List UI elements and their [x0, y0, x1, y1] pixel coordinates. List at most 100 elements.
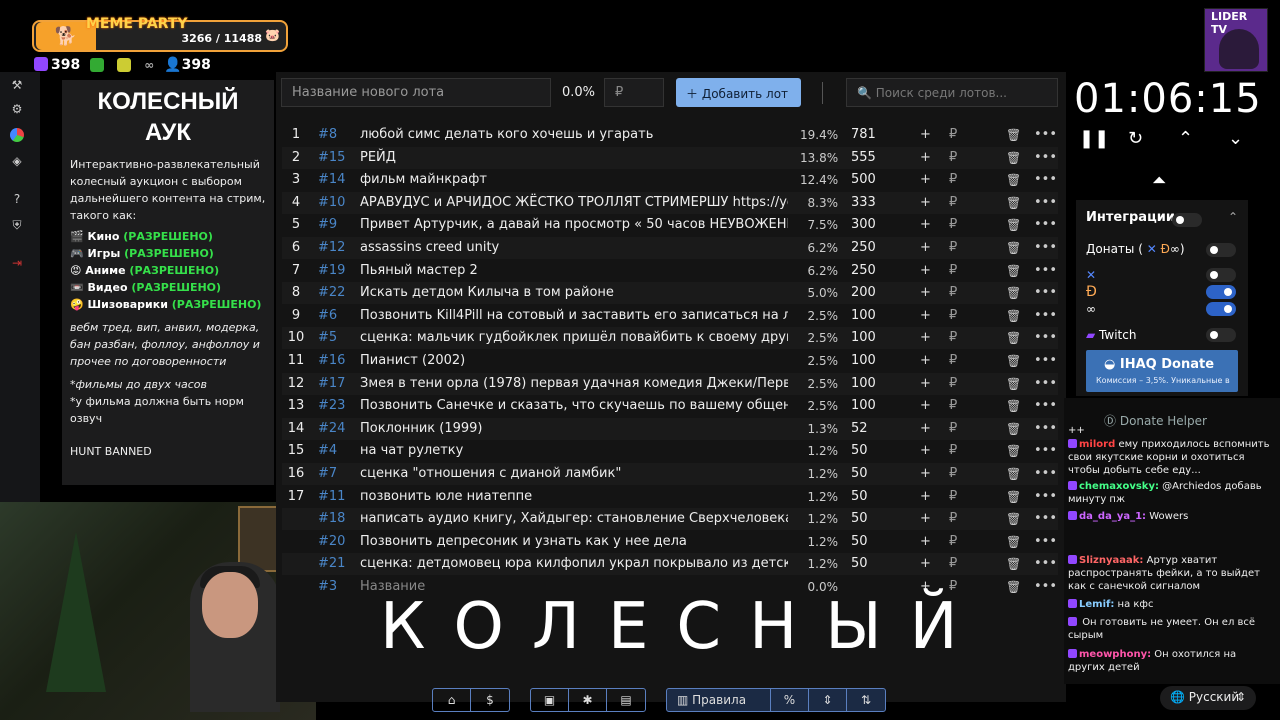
currency-icon[interactable]: ₽	[949, 486, 957, 508]
add-amount-icon[interactable]: +	[920, 395, 931, 417]
language-select[interactable]: 🌐 Русский ⇕	[1160, 686, 1256, 710]
lot-amount[interactable]: 50	[851, 463, 868, 485]
trash-icon[interactable]: 🗑	[1006, 147, 1021, 169]
rules-button[interactable]: ▥ Правила	[667, 689, 771, 711]
trash-icon[interactable]: 🗑	[1006, 440, 1021, 462]
chat-username[interactable]: chemaxovsky:	[1079, 481, 1159, 492]
lot-name[interactable]: написать аудио книгу, Хайдыгер: становле…	[360, 508, 788, 530]
currency-icon[interactable]: ₽	[949, 350, 957, 372]
infinity-service-toggle[interactable]	[1206, 302, 1236, 316]
add-amount-icon[interactable]: +	[920, 192, 931, 214]
lot-name[interactable]: на чат рулетку	[360, 440, 788, 462]
trash-icon[interactable]: 🗑	[1006, 124, 1021, 146]
currency-icon[interactable]: ₽	[949, 373, 957, 395]
lot-row[interactable]: #18 написать аудио книгу, Хайдыгер: стано…	[282, 508, 1058, 531]
more-icon[interactable]: •••	[1034, 237, 1057, 259]
lot-row[interactable]: 14 #24 Поклонник (1999) 1.3% 52 + ₽ 🗑 •••	[282, 417, 1058, 440]
trash-icon[interactable]: 🗑	[1006, 282, 1021, 304]
more-icon[interactable]: •••	[1034, 260, 1057, 282]
chat-username[interactable]: milord	[1079, 439, 1115, 450]
add-amount-icon[interactable]: +	[920, 260, 931, 282]
more-icon[interactable]: •••	[1034, 531, 1057, 553]
add-amount-icon[interactable]: +	[920, 486, 931, 508]
trash-icon[interactable]: 🗑	[1006, 418, 1021, 440]
new-lot-name-input[interactable]: Название нового лота	[281, 78, 551, 107]
lot-name[interactable]: Позвонить Kill4Pill на сотовый и застави…	[360, 305, 788, 327]
trash-icon[interactable]: 🗑	[1006, 305, 1021, 327]
currency-icon[interactable]: ₽	[949, 214, 957, 236]
lot-name[interactable]: Пьяный мастер 2	[360, 260, 788, 282]
lot-amount[interactable]: 100	[851, 327, 876, 349]
currency-icon[interactable]: ₽	[949, 305, 957, 327]
lot-name[interactable]: любой симс делать кого хочешь и угарать	[360, 124, 788, 146]
lot-row[interactable]: 1 #8 любой симс делать кого хочешь и угара…	[282, 124, 1058, 146]
trash-icon[interactable]: 🗑	[1006, 192, 1021, 214]
add-amount-icon[interactable]: +	[920, 531, 931, 553]
trash-icon[interactable]: 🗑	[1006, 508, 1021, 530]
donations-toggle[interactable]	[1206, 243, 1236, 257]
lot-row[interactable]: 4 #10 АРАВУДУС и АРЧИДОС ЖЁСТКО ТРОЛЛЯТ СТ…	[282, 191, 1058, 214]
reset-icon[interactable]: ↻	[1128, 128, 1143, 149]
collapse-icon[interactable]: ⏶	[1152, 170, 1166, 191]
add-amount-icon[interactable]: +	[920, 147, 931, 169]
trash-icon[interactable]: 🗑	[1006, 486, 1021, 508]
more-icon[interactable]: •••	[1034, 373, 1057, 395]
lot-amount[interactable]: 50	[851, 553, 868, 575]
lot-row[interactable]: 2 #15 РЕЙД 13.8% 555 + ₽ 🗑 •••	[282, 146, 1058, 169]
lot-row[interactable]: 9 #6 Позвонить Kill4Pill на сотовый и заст…	[282, 305, 1058, 327]
more-icon[interactable]: •••	[1034, 147, 1057, 169]
lot-amount[interactable]: 333	[851, 192, 876, 214]
add-amount-icon[interactable]: +	[920, 440, 931, 462]
add-amount-icon[interactable]: +	[920, 214, 931, 236]
lot-name[interactable]: АРАВУДУС и АРЧИДОС ЖЁСТКО ТРОЛЛЯТ СТРИМЕ…	[360, 192, 788, 214]
dollar-icon[interactable]: $	[471, 689, 509, 711]
chat-username[interactable]: Lemif:	[1079, 599, 1114, 610]
lot-amount[interactable]: 50	[851, 486, 868, 508]
twitch-toggle[interactable]	[1206, 328, 1236, 342]
currency-icon[interactable]: ₽	[949, 440, 957, 462]
add-amount-icon[interactable]: +	[920, 418, 931, 440]
more-icon[interactable]: •••	[1034, 576, 1057, 598]
currency-icon[interactable]: ₽	[949, 395, 957, 417]
currency-icon[interactable]: ₽	[949, 553, 957, 575]
currency-icon[interactable]: ₽	[949, 463, 957, 485]
add-amount-icon[interactable]: +	[920, 373, 931, 395]
trash-icon[interactable]: 🗑	[1006, 553, 1021, 575]
add-lot-button[interactable]: ＋ Добавить лот	[676, 78, 801, 107]
trash-icon[interactable]: 🗑	[1006, 169, 1021, 191]
trash-icon[interactable]: 🗑	[1006, 531, 1021, 553]
ihaq-donate-button[interactable]: ◒ IHAQ Donate Комиссия – 3,5%. Уникальны…	[1086, 350, 1238, 392]
trash-icon[interactable]: 🗑	[1006, 350, 1021, 372]
more-icon[interactable]: •••	[1034, 282, 1057, 304]
donationalerts-toggle[interactable]	[1206, 285, 1236, 299]
add-amount-icon[interactable]: +	[920, 327, 931, 349]
lot-name[interactable]: позвонить юле ниатеппе	[360, 486, 788, 508]
trash-icon[interactable]: 🗑	[1006, 214, 1021, 236]
trash-list-icon[interactable]: ▤	[607, 689, 645, 711]
lot-amount[interactable]: 100	[851, 350, 876, 372]
chat-username[interactable]: Sliznyaaak:	[1079, 555, 1143, 566]
more-icon[interactable]: •••	[1034, 327, 1057, 349]
chat-username[interactable]: da_da_ya_1:	[1079, 511, 1146, 522]
add-amount-icon[interactable]: +	[920, 169, 931, 191]
more-icon[interactable]: •••	[1034, 418, 1057, 440]
lot-row[interactable]: 17 #11 позвонить юле ниатеппе 1.2% 50 + ₽ 🗑 •••	[282, 486, 1058, 508]
chevron-up-icon[interactable]: ⌃	[1228, 210, 1238, 224]
lot-amount[interactable]: 100	[851, 395, 876, 417]
currency-icon[interactable]: ₽	[949, 124, 957, 146]
currency-icon[interactable]: ₽	[949, 169, 957, 191]
trash-icon[interactable]: 🗑	[1006, 373, 1021, 395]
trash-icon[interactable]: 🗑	[1006, 237, 1021, 259]
lot-row[interactable]: 7 #19 Пьяный мастер 2 6.2% 250 + ₽ 🗑 •••	[282, 260, 1058, 282]
lot-row[interactable]: 8 #22 Искать детдом Килыча в том районе 5.0…	[282, 282, 1058, 305]
more-icon[interactable]: •••	[1034, 395, 1057, 417]
github-icon[interactable]: ⌂	[433, 689, 471, 711]
more-icon[interactable]: •••	[1034, 214, 1057, 236]
lot-name[interactable]: Позвонить депресоник и узнать как у нее …	[360, 531, 788, 553]
lot-amount[interactable]: 200	[851, 282, 876, 304]
trash-icon[interactable]: 🗑	[1006, 576, 1021, 598]
percent-toggle[interactable]: %	[771, 689, 809, 711]
add-amount-icon[interactable]: +	[920, 350, 931, 372]
lot-amount[interactable]: 100	[851, 373, 876, 395]
lot-row[interactable]: 6 #12 assassins creed unity 6.2% 250 + ₽ 🗑 •••	[282, 237, 1058, 259]
